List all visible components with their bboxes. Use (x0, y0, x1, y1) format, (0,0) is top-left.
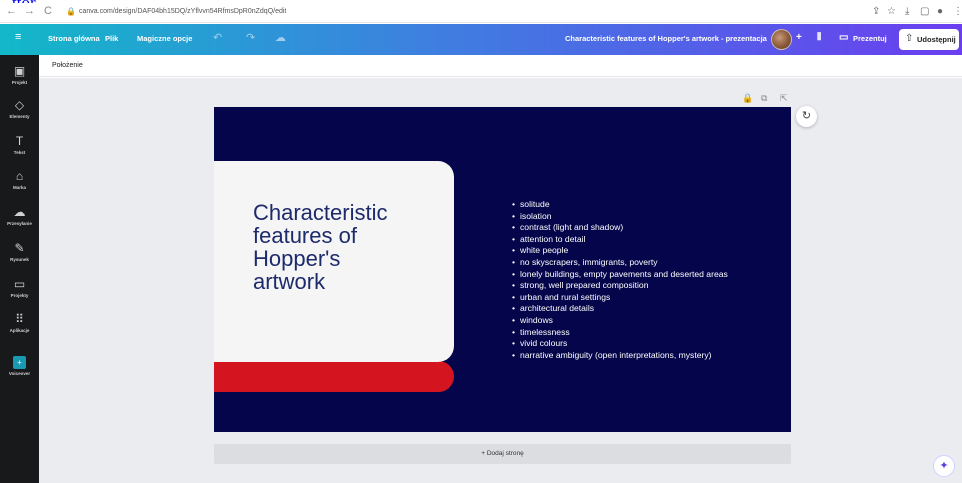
lock-icon: 🔒 (66, 7, 76, 16)
add-page-label: + Dodaj stronę (481, 450, 524, 457)
shapes-icon: ◇ (14, 98, 25, 112)
canva-screenshot: ttor ← → C 🔒 canva.com/design/DAF04bh15D… (0, 0, 962, 483)
sidebar-item-label: Marka (12, 185, 26, 190)
red-accent-bar (214, 361, 454, 392)
lock-icon[interactable]: 🔒 (742, 93, 753, 104)
list-item: strong, well prepared composition (512, 280, 772, 292)
sidebar-item-projekt[interactable]: ▣ Projekt (0, 64, 39, 86)
slide[interactable]: Characteristic features of Hopper's artw… (214, 107, 791, 432)
home-link[interactable]: Strona główna (48, 34, 100, 43)
list-item: solitude (512, 199, 772, 211)
avatar[interactable] (771, 29, 792, 50)
position-button[interactable]: Położenie (52, 62, 83, 69)
reload-icon[interactable]: C (44, 5, 52, 17)
title-line: Hopper's (253, 246, 341, 271)
canva-topbar: ≡ Strona główna Plik Magiczne opcje ↶ ↷ … (0, 24, 962, 55)
magic-options-menu[interactable]: Magiczne opcje (137, 34, 192, 43)
sidebar-item-label: Elementy (9, 114, 30, 119)
sidebar-item-rysunek[interactable]: ✎ Rysunek (0, 241, 39, 263)
title-line: features of (253, 223, 357, 248)
sidebar-item-marka[interactable]: ⌂ Marka (0, 169, 39, 191)
apps-grid-icon: ⠿ (15, 312, 24, 326)
window-icon[interactable]: ▢ (920, 6, 929, 17)
sidebar-item-tekst[interactable]: T Tekst (0, 134, 39, 156)
list-item: windows (512, 315, 772, 327)
present-button[interactable]: Prezentuj (853, 34, 887, 43)
draw-icon: ✎ (14, 241, 25, 255)
title-line: Characteristic (253, 200, 388, 225)
sidebar-item-label: Przesyłanie (7, 221, 32, 226)
back-icon[interactable]: ← (6, 5, 17, 17)
slide-title[interactable]: Characteristic features of Hopper's artw… (253, 201, 443, 293)
upload-cloud-icon: ☁ (13, 205, 26, 219)
sidebar-item-elementy[interactable]: ◇ Elementy (0, 98, 39, 120)
list-item: vivid colours (512, 338, 772, 350)
document-title[interactable]: Characteristic features of Hopper's artw… (565, 34, 767, 43)
refresh-icon[interactable]: ↻ (796, 106, 817, 127)
add-page-icon[interactable]: ⇱ (780, 93, 788, 104)
forward-icon[interactable]: → (24, 5, 35, 17)
list-item: timelessness (512, 327, 772, 339)
cloud-save-icon[interactable]: ☁ (275, 31, 286, 44)
undo-icon[interactable]: ↶ (213, 31, 222, 44)
features-list[interactable]: solitude isolation contrast (light and s… (512, 199, 772, 361)
add-collaborator-icon[interactable]: + (796, 32, 802, 43)
sidebar-item-label: Aplikacje (9, 328, 30, 333)
voiceover-icon: + (13, 356, 26, 369)
menu-icon[interactable]: ≡ (15, 31, 21, 43)
star-icon[interactable]: ☆ (887, 6, 896, 17)
list-item: architectural details (512, 303, 772, 315)
redo-icon[interactable]: ↷ (246, 31, 255, 44)
share-label: Udostępnij (917, 35, 956, 44)
brand-icon: ⌂ (15, 169, 24, 183)
profile-icon[interactable]: ● (937, 6, 943, 17)
sidebar-item-label: Projekty (10, 293, 29, 298)
list-item: urban and rural settings (512, 292, 772, 304)
layout-icon: ▣ (13, 64, 26, 78)
list-item: isolation (512, 211, 772, 223)
list-item: narrative ambiguity (open interpretation… (512, 350, 772, 362)
duplicate-page-icon[interactable]: ⧉ (761, 93, 767, 104)
sidebar-item-label: Voiceover (8, 371, 31, 376)
share-icon: ⇧ (905, 33, 914, 44)
list-item: contrast (light and shadow) (512, 222, 772, 234)
sidebar-item-aplikacje[interactable]: ⠿ Aplikacje (0, 312, 39, 334)
insights-chart-icon[interactable]: ⫴ (817, 32, 821, 43)
left-sidebar: ▣ Projekt ◇ Elementy T Tekst ⌂ Marka ☁ P… (0, 55, 39, 483)
sidebar-item-przesylanie[interactable]: ☁ Przesyłanie (0, 205, 39, 227)
sidebar-item-voiceover[interactable]: + Voiceover (0, 356, 39, 376)
text-icon: T (15, 134, 24, 148)
list-item: lonely buildings, empty pavements and de… (512, 269, 772, 281)
share-button[interactable]: ⇧ Udostępnij (899, 29, 959, 50)
list-item: attention to detail (512, 234, 772, 246)
address-bar[interactable]: canva.com/design/DAF04bh15DQ/zYflvvn54Rf… (79, 8, 286, 15)
sidebar-item-label: Projekt (11, 80, 28, 85)
sidebar-item-label: Rysunek (10, 257, 29, 262)
magic-assistant-icon[interactable]: ✦ (933, 455, 955, 477)
sidebar-item-projekty[interactable]: ▭ Projekty (0, 277, 39, 299)
present-icon[interactable]: ▭ (839, 32, 848, 43)
download-icon[interactable]: ⤓ (905, 6, 909, 17)
title-line: artwork (253, 269, 326, 294)
kebab-menu-icon[interactable]: ⋮ (953, 6, 962, 17)
position-toolbar: Położenie (39, 55, 962, 77)
file-menu[interactable]: Plik (105, 34, 118, 43)
add-page-button[interactable]: + Dodaj stronę (214, 444, 791, 464)
browser-bar: ← → C 🔒 canva.com/design/DAF04bh15DQ/zYf… (0, 3, 962, 23)
list-item: no skyscrapers, immigrants, poverty (512, 257, 772, 269)
list-item: white people (512, 245, 772, 257)
folder-icon: ▭ (13, 277, 26, 291)
sidebar-item-label: Tekst (13, 150, 26, 155)
share-page-icon[interactable]: ⇪ (872, 6, 880, 17)
